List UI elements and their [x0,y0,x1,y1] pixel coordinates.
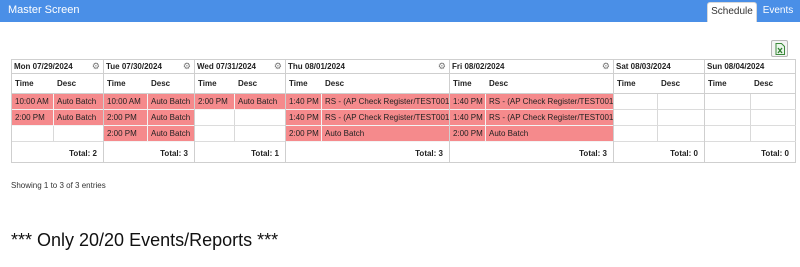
day-header: Tue 07/30/2024 ⚙ [104,60,194,74]
desc-cell [54,126,103,142]
desc-cell [751,126,796,142]
time-cell[interactable]: 2:00 PM [450,126,486,142]
day-total: Total: 3 [579,149,607,158]
time-cell[interactable]: 1:40 PM [286,94,322,110]
desc-cell[interactable]: RS - (AP Check Register/TEST001) [486,94,613,110]
gear-icon[interactable]: ⚙ [602,60,610,73]
time-cell[interactable]: 1:40 PM [450,94,486,110]
day-date: Sun 08/04/2024 [707,62,765,71]
time-column-header: Time [705,74,751,94]
time-cell[interactable]: 2:00 PM [104,126,148,142]
time-cell[interactable]: 10:00 AM [12,94,54,110]
day-header: Fri 08/02/2024 ⚙ [450,60,613,74]
time-cell[interactable]: 1:40 PM [286,110,322,126]
desc-cell [658,126,704,142]
tab-schedule[interactable]: Schedule [707,2,757,22]
time-cell[interactable]: 10:00 AM [104,94,148,110]
desc-column-header: Desc [235,74,285,94]
gear-icon[interactable]: ⚙ [274,60,282,73]
desc-cell [235,110,285,126]
time-cell [12,126,54,142]
desc-cell[interactable]: Auto Batch [486,126,613,142]
desc-column-header: Desc [322,74,449,94]
day-column: Mon 07/29/2024 ⚙ Time Desc 10:00 AM Auto Batc… [11,59,103,163]
desc-cell[interactable]: Auto Batch [148,110,194,126]
day-header: Mon 07/29/2024 ⚙ [12,60,103,74]
time-column-header: Time [104,74,148,94]
desc-cell[interactable]: Auto Batch [235,94,285,110]
day-total: Total: 3 [415,149,443,158]
day-total: Total: 0 [761,149,789,158]
desc-cell[interactable]: Auto Batch [148,126,194,142]
entries-info: Showing 1 to 3 of 3 entries [11,181,106,190]
desc-cell [235,126,285,142]
day-column: Fri 08/02/2024 ⚙ Time Desc 1:40 PM RS - (AP C… [449,59,613,163]
time-cell[interactable]: 1:40 PM [450,110,486,126]
day-column: Sun 08/04/2024 Time Desc Total: 0 [704,59,796,163]
desc-cell [658,94,704,110]
day-header: Sun 08/04/2024 [705,60,795,74]
time-cell[interactable]: 2:00 PM [12,110,54,126]
day-total: Total: 0 [670,149,698,158]
time-column-header: Time [614,74,658,94]
gear-icon[interactable]: ⚙ [438,60,446,73]
day-date: Tue 07/30/2024 [106,62,162,71]
time-cell [705,110,751,126]
day-total: Total: 3 [160,149,188,158]
desc-cell[interactable]: Auto Batch [148,94,194,110]
day-date: Thu 08/01/2024 [288,62,345,71]
day-column: Wed 07/31/2024 ⚙ Time Desc 2:00 PM Auto Batch… [194,59,285,163]
time-cell [614,94,658,110]
desc-cell [751,110,796,126]
desc-cell[interactable]: Auto Batch [54,110,103,126]
day-header: Wed 07/31/2024 ⚙ [195,60,285,74]
desc-column-header: Desc [148,74,194,94]
gear-icon[interactable]: ⚙ [92,60,100,73]
time-cell [195,110,235,126]
day-date: Sat 08/03/2024 [616,62,671,71]
day-header: Sat 08/03/2024 [614,60,704,74]
weekly-schedule-grid: Mon 07/29/2024 ⚙ Time Desc 10:00 AM Auto Batc… [11,59,796,163]
time-cell [614,126,658,142]
day-date: Mon 07/29/2024 [14,62,73,71]
desc-column-header: Desc [486,74,613,94]
desc-column-header: Desc [658,74,704,94]
time-cell [614,110,658,126]
day-column: Thu 08/01/2024 ⚙ Time Desc 1:40 PM RS - (AP C… [285,59,449,163]
time-column-header: Time [12,74,54,94]
excel-export-button[interactable] [771,40,788,57]
desc-cell[interactable]: RS - (AP Check Register/TEST001) [322,94,449,110]
tab-events[interactable]: Events [758,2,798,22]
time-cell [195,126,235,142]
excel-export-icon [775,43,785,55]
time-cell [705,126,751,142]
day-date: Wed 07/31/2024 [197,62,257,71]
time-column-header: Time [450,74,486,94]
day-date: Fri 08/02/2024 [452,62,505,71]
desc-cell[interactable]: Auto Batch [54,94,103,110]
gear-icon[interactable]: ⚙ [183,60,191,73]
desc-cell [658,110,704,126]
header-bar: Master Screen Schedule Events [0,0,800,22]
time-cell[interactable]: 2:00 PM [195,94,235,110]
time-column-header: Time [286,74,322,94]
day-total: Total: 2 [69,149,97,158]
page-title: Master Screen [8,4,80,16]
desc-cell [751,94,796,110]
time-cell[interactable]: 2:00 PM [104,110,148,126]
desc-cell[interactable]: RS - (AP Check Register/TEST001) [486,110,613,126]
day-header: Thu 08/01/2024 ⚙ [286,60,449,74]
desc-cell[interactable]: Auto Batch [322,126,449,142]
desc-column-header: Desc [751,74,796,94]
time-cell [705,94,751,110]
time-column-header: Time [195,74,235,94]
time-cell[interactable]: 2:00 PM [286,126,322,142]
events-limit-note: *** Only 20/20 Events/Reports *** [11,230,279,250]
day-total: Total: 1 [251,149,279,158]
desc-cell[interactable]: RS - (AP Check Register/TEST001) [322,110,449,126]
desc-column-header: Desc [54,74,103,94]
day-column: Tue 07/30/2024 ⚙ Time Desc 10:00 AM Auto Batc… [103,59,194,163]
day-column: Sat 08/03/2024 Time Desc Total: 0 [613,59,704,163]
